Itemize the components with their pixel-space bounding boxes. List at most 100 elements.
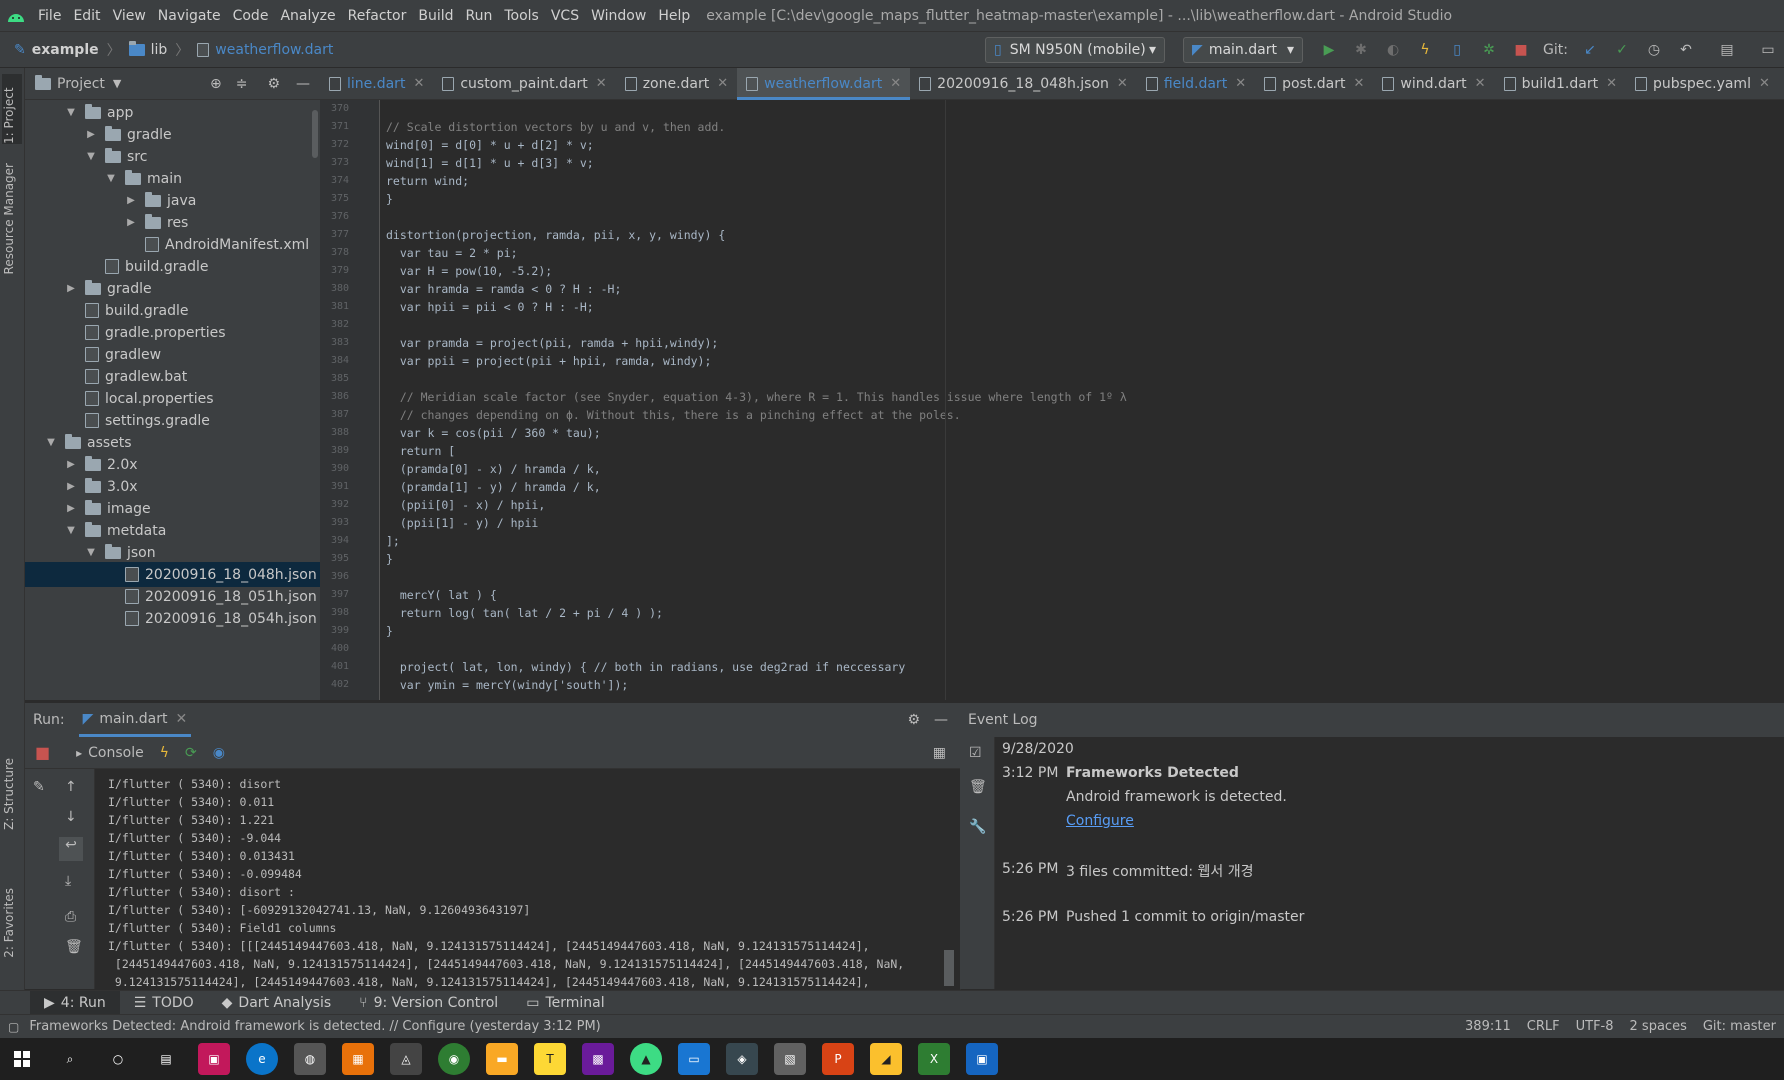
close-icon[interactable]: ✕ — [1475, 76, 1486, 91]
sdk-manager-icon[interactable]: ▭ — [1757, 39, 1779, 61]
editor-tab[interactable]: weatherflow.dart ✕ — [737, 67, 911, 100]
console-output[interactable]: I/flutter ( 5340): disort I/flutter ( 534… — [95, 769, 960, 989]
hot-reload-icon[interactable]: ϟ — [160, 745, 169, 761]
app-icon[interactable]: ◈ — [726, 1043, 758, 1075]
app-icon[interactable]: ▣ — [966, 1043, 998, 1075]
hot-restart-icon[interactable]: ⟳ — [185, 745, 197, 761]
code-editor[interactable]: // Scale distortion vectors by u and v, … — [380, 100, 1784, 700]
search-icon[interactable]: ⌕ — [54, 1043, 86, 1075]
scroll-to-end-icon[interactable]: ⤓ — [65, 873, 71, 889]
editor-tab[interactable]: pubspec.yaml ✕ — [1626, 68, 1779, 100]
settings-gear-icon[interactable]: ⚙ — [907, 712, 920, 728]
app-icon[interactable]: ▩ — [582, 1043, 614, 1075]
collapse-all-icon[interactable]: ≑ — [236, 76, 248, 92]
run-icon[interactable]: ▶ — [1318, 39, 1340, 61]
app-icon[interactable]: ▭ — [678, 1043, 710, 1075]
close-icon[interactable]: ✕ — [717, 76, 728, 91]
close-icon[interactable]: ✕ — [1117, 76, 1128, 91]
flutter-inspector-icon[interactable]: ✲ — [1478, 39, 1500, 61]
editor-tab[interactable]: line.dart ✕ — [320, 68, 433, 100]
chevron-right-icon[interactable]: ▶ — [125, 217, 137, 228]
tool-tab-terminal[interactable]: ▭ Terminal — [512, 991, 618, 1015]
windows-start-icon[interactable] — [6, 1043, 38, 1075]
line-separator[interactable]: CRLF — [1519, 1019, 1568, 1034]
edge-icon[interactable]: e — [246, 1043, 278, 1075]
chevron-right-icon[interactable]: ▶ — [65, 481, 77, 492]
close-icon[interactable]: ✕ — [1354, 76, 1365, 91]
menu-item-window[interactable]: Window — [585, 0, 652, 32]
file-explorer-icon[interactable]: ▬ — [486, 1043, 518, 1075]
indent-setting[interactable]: 2 spaces — [1622, 1019, 1695, 1034]
coverage-icon[interactable]: ◐ — [1382, 39, 1404, 61]
close-icon[interactable]: ✕ — [1235, 76, 1246, 91]
git-update-icon[interactable]: ↙ — [1579, 39, 1601, 61]
cursor-position[interactable]: 389:11 — [1457, 1019, 1519, 1034]
task-view-icon[interactable]: ▤ — [150, 1043, 182, 1075]
app-icon[interactable]: ◍ — [294, 1043, 326, 1075]
close-icon[interactable]: ✕ — [175, 711, 187, 727]
project-tool-tab[interactable]: 1: Project — [2, 74, 22, 144]
powerpoint-icon[interactable]: P — [822, 1043, 854, 1075]
chevron-down-icon[interactable]: ▼ — [113, 77, 121, 90]
attach-debugger-icon[interactable]: ▯ — [1446, 39, 1468, 61]
menu-item-vcs[interactable]: VCS — [545, 0, 585, 32]
file-encoding[interactable]: UTF-8 — [1568, 1019, 1622, 1034]
cortana-icon[interactable]: ○ — [102, 1043, 134, 1075]
pin-icon[interactable]: ✎ — [33, 779, 45, 795]
editor-tab[interactable]: custom_paint.dart ✕ — [433, 68, 615, 100]
chevron-right-icon[interactable]: ▶ — [125, 195, 137, 206]
configure-link[interactable]: Configure — [1066, 813, 1134, 829]
close-icon[interactable]: ✕ — [1606, 76, 1617, 91]
app-icon[interactable]: ▧ — [774, 1043, 806, 1075]
soft-wrap-icon[interactable]: ↩ — [59, 837, 83, 861]
structure-tool-tab[interactable]: Z: Structure — [2, 758, 16, 830]
close-icon[interactable]: ✕ — [1759, 76, 1770, 91]
app-icon[interactable]: ▣ — [198, 1043, 230, 1075]
android-studio-icon[interactable]: ▲ — [630, 1043, 662, 1075]
chevron-down-icon[interactable]: ▼ — [85, 547, 97, 558]
menu-item-view[interactable]: View — [107, 0, 152, 32]
chevron-right-icon[interactable]: ▶ — [65, 283, 77, 294]
menu-item-run[interactable]: Run — [460, 0, 499, 32]
run-config-selector[interactable]: ◤ main.dart ▾ — [1183, 36, 1304, 63]
favorites-tool-tab[interactable]: 2: Favorites — [2, 888, 16, 958]
menu-item-navigate[interactable]: Navigate — [152, 0, 227, 32]
trash-icon[interactable]: 🗑 — [969, 779, 987, 795]
editor-tab[interactable]: build1.dart ✕ — [1495, 68, 1626, 100]
layout-icon[interactable]: ▦ — [933, 745, 946, 761]
menu-item-refactor[interactable]: Refactor — [342, 0, 413, 32]
resource-manager-tool-tab[interactable]: Resource Manager — [2, 163, 16, 274]
menu-item-edit[interactable]: Edit — [67, 0, 106, 32]
breadcrumb-project[interactable]: ✎ example — [10, 42, 103, 58]
chevron-right-icon[interactable]: ▶ — [85, 129, 97, 140]
breadcrumb-file[interactable]: weatherflow.dart — [193, 42, 337, 58]
console-tab[interactable]: ▸ Console — [76, 745, 144, 761]
excel-icon[interactable]: X — [918, 1043, 950, 1075]
git-commit-icon[interactable]: ✓ — [1611, 39, 1633, 61]
editor-tab[interactable]: wind.dart ✕ — [1373, 68, 1494, 100]
hide-panel-icon[interactable]: — — [296, 76, 310, 92]
editor-tab[interactable]: zone.dart ✕ — [616, 68, 737, 100]
kakaotalk-icon[interactable]: T — [534, 1043, 566, 1075]
trash-icon[interactable]: 🗑 — [65, 939, 83, 955]
git-rollback-icon[interactable]: ↶ — [1675, 39, 1697, 61]
close-icon[interactable]: ✕ — [596, 76, 607, 91]
tool-tab-version-control[interactable]: ⑂ 9: Version Control — [345, 991, 512, 1015]
chevron-down-icon[interactable]: ▼ — [45, 437, 57, 448]
chevron-right-icon[interactable]: ▶ — [65, 503, 77, 514]
editor-tab[interactable]: 20200916_18_048h.json ✕ — [910, 68, 1137, 100]
chrome-icon[interactable]: ◉ — [438, 1043, 470, 1075]
chevron-down-icon[interactable]: ▼ — [85, 151, 97, 162]
project-panel-title[interactable]: Project — [57, 76, 105, 92]
status-message[interactable]: Frameworks Detected: Android framework i… — [29, 1019, 600, 1034]
close-icon[interactable]: ✕ — [413, 76, 424, 91]
arrow-down-icon[interactable]: ↓ — [65, 809, 77, 825]
breadcrumb-lib[interactable]: lib — [125, 40, 172, 58]
tool-tab-dart-analysis[interactable]: ◆ Dart Analysis — [208, 991, 346, 1015]
hide-panel-icon[interactable]: — — [934, 712, 948, 728]
locate-icon[interactable]: ⊕ — [210, 76, 222, 92]
menu-item-tools[interactable]: Tools — [498, 0, 545, 32]
editor-tab[interactable]: field.dart ✕ — [1137, 68, 1255, 100]
tool-window-icon[interactable]: ▢ — [8, 1020, 19, 1034]
tool-tab-run[interactable]: ▶ 4: Run — [30, 990, 120, 1015]
